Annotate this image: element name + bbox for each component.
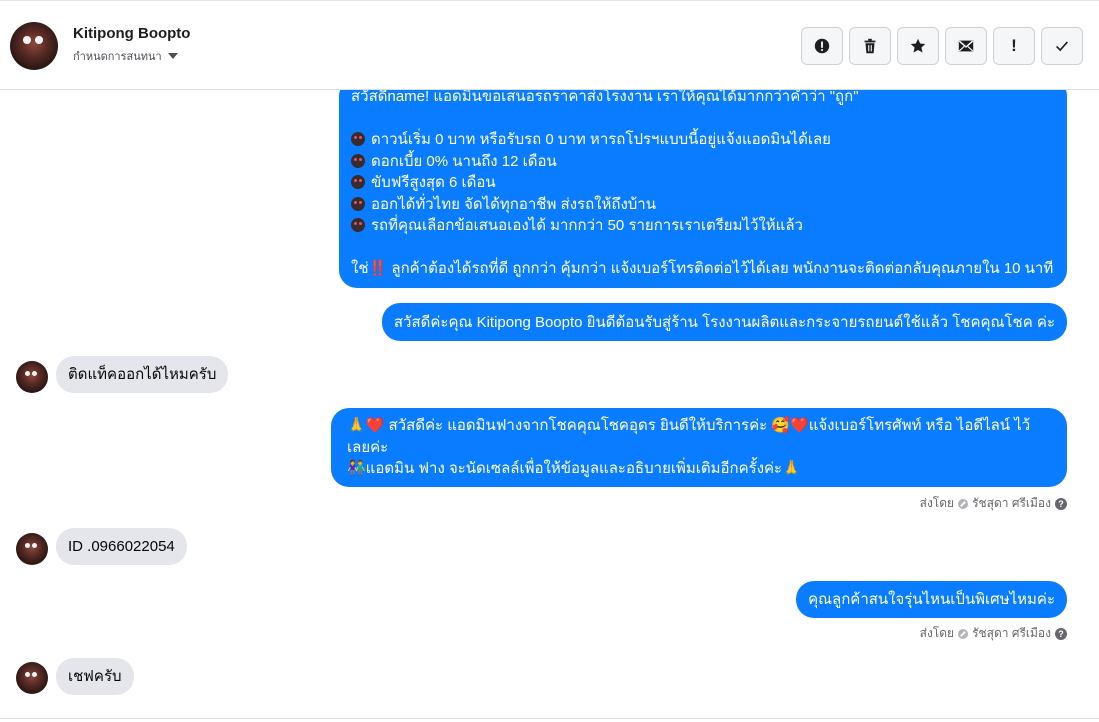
message-line: ออกได้ทั่วไทย จัดได้ทุกอาชีพ ส่งรถให้ถึง… [351, 194, 1055, 216]
outgoing-message: สวัสดีname! แอดมินขอเสนอรถราคาส่งโรงงาน … [339, 90, 1067, 288]
sent-by-info: ส่งโดย รัชสุดา ศรีเมือง ? [920, 494, 1067, 513]
message-line: 👫แอดมิน ฟาง จะนัดเซลล์เพื่อให้ข้อมูลและอ… [347, 460, 801, 477]
emoji-icon [351, 153, 365, 168]
contact-avatar[interactable] [16, 662, 48, 694]
conversation-header: Kitipong Boopto กำหนดการสนทนา ! [0, 0, 1099, 90]
message-text: คุณลูกค้าสนใจรุ่นไหนเป็นพิเศษไหมค่ะ [808, 591, 1055, 608]
agent-name[interactable]: รัชสุดา ศรีเมือง [972, 494, 1051, 513]
message-line: รถที่คุณเลือกข้อเสนอเองได้ มากกว่า 50 รา… [351, 215, 1055, 237]
emoji-icon [351, 218, 365, 232]
contact-avatar[interactable] [16, 533, 48, 565]
agent-name[interactable]: รัชสุดา ศรีเมือง [972, 624, 1051, 643]
contact-avatar[interactable] [10, 22, 58, 70]
emoji-icon [351, 132, 365, 146]
star-icon [910, 38, 926, 53]
incoming-message: เชฟครับ [56, 658, 134, 695]
message-text: สวัสดีค่ะคุณ Kitipong Boopto ยินดีต้อนรั… [393, 314, 1055, 331]
message-line: ดอกเบี้ย 0% นานถึง 12 เดือน [351, 151, 1055, 173]
outgoing-message: สวัสดีค่ะคุณ Kitipong Boopto ยินดีต้อนรั… [381, 303, 1067, 341]
help-icon[interactable]: ? [1055, 627, 1067, 640]
incoming-message: ID .0966022054 [56, 528, 187, 565]
message-line: 🙏❤️ สวัสดีค่ะ แอดมินฟางจากโชคคุณโชคอุดร … [347, 417, 1031, 434]
sent-by-label: ส่งโดย [919, 496, 955, 510]
sent-by-info: ส่งโดย รัชสุดา ศรีเมือง ? [920, 624, 1067, 643]
outgoing-message: คุณลูกค้าสนใจรุ่นไหนเป็นพิเศษไหมค่ะ [796, 581, 1067, 618]
verified-icon [958, 628, 969, 639]
header-actions: ! [801, 27, 1083, 65]
help-icon[interactable]: ? [1055, 497, 1067, 510]
incoming-message: ติดแท็คออกได้ไหมครับ [56, 356, 229, 393]
message-line: ขับฟรีสูงสุด 6 เดือน [351, 172, 1055, 194]
message-line: เลยค่ะ [347, 438, 389, 456]
line-text: รถที่คุณเลือกข้อเสนอเองได้ มากกว่า 50 รา… [371, 217, 803, 234]
trash-icon [864, 38, 876, 54]
star-button[interactable] [897, 27, 939, 65]
message-text: เชฟครับ [68, 668, 122, 685]
delete-button[interactable] [849, 27, 891, 65]
mail-icon [958, 40, 974, 52]
message-line: สวัสดีname! แอดมินขอเสนอรถราคาส่งโรงงาน … [351, 90, 859, 105]
chevron-down-icon [167, 53, 178, 59]
line-text: ออกได้ทั่วไทย จัดได้ทุกอาชีพ ส่งรถให้ถึง… [371, 195, 656, 213]
contact-avatar[interactable] [16, 361, 48, 393]
line-text: ขับฟรีสูงสุด 6 เดือน [371, 174, 496, 191]
assign-label: กำหนดการสนทนา [73, 51, 162, 63]
emoji-icon [351, 196, 365, 211]
message-text: ID .0966022054 [68, 538, 175, 555]
line-text: ดาวน์เริ่ม 0 บาท หรือรับรถ 0 บาท หารถโปร… [371, 131, 831, 148]
alert-button[interactable] [801, 27, 843, 65]
check-icon [1056, 41, 1069, 52]
verified-icon [958, 498, 969, 509]
exclamation-button[interactable]: ! [993, 27, 1035, 65]
composer-divider [0, 718, 1099, 719]
exclamation-icon: ! [1011, 36, 1017, 55]
message-line: ดาวน์เริ่ม 0 บาท หรือรับรถ 0 บาท หารถโปร… [351, 129, 1055, 151]
assign-conversation-dropdown[interactable]: กำหนดการสนทนา [73, 47, 178, 65]
done-button[interactable] [1041, 27, 1083, 65]
mail-button[interactable] [945, 27, 987, 65]
sent-by-label: ส่งโดย [919, 626, 955, 640]
alert-circle-icon [814, 38, 830, 54]
double-exclamation-icon: ‼️ [368, 260, 388, 277]
message-line: ใช่‼️ ลูกค้าต้องได้รถที่ดี ถูกกว่า คุ้มก… [351, 258, 1055, 280]
contact-name[interactable]: Kitipong Boopto [73, 25, 190, 42]
line-text: ดอกเบี้ย 0% นานถึง 12 เดือน [371, 152, 557, 170]
emoji-icon [351, 175, 365, 189]
line-text: ลูกค้าต้องได้รถที่ดี ถูกกว่า คุ้มกว่า แจ… [387, 260, 1054, 277]
line-text: ใช่ [351, 260, 369, 277]
message-thread[interactable]: สวัสดีname! แอดมินขอเสนอรถราคาส่งโรงงาน … [0, 90, 1099, 718]
message-text: ติดแท็คออกได้ไหมครับ [68, 366, 217, 383]
outgoing-message: 🙏❤️ สวัสดีค่ะ แอดมินฟางจากโชคคุณโชคอุดร … [331, 408, 1067, 487]
